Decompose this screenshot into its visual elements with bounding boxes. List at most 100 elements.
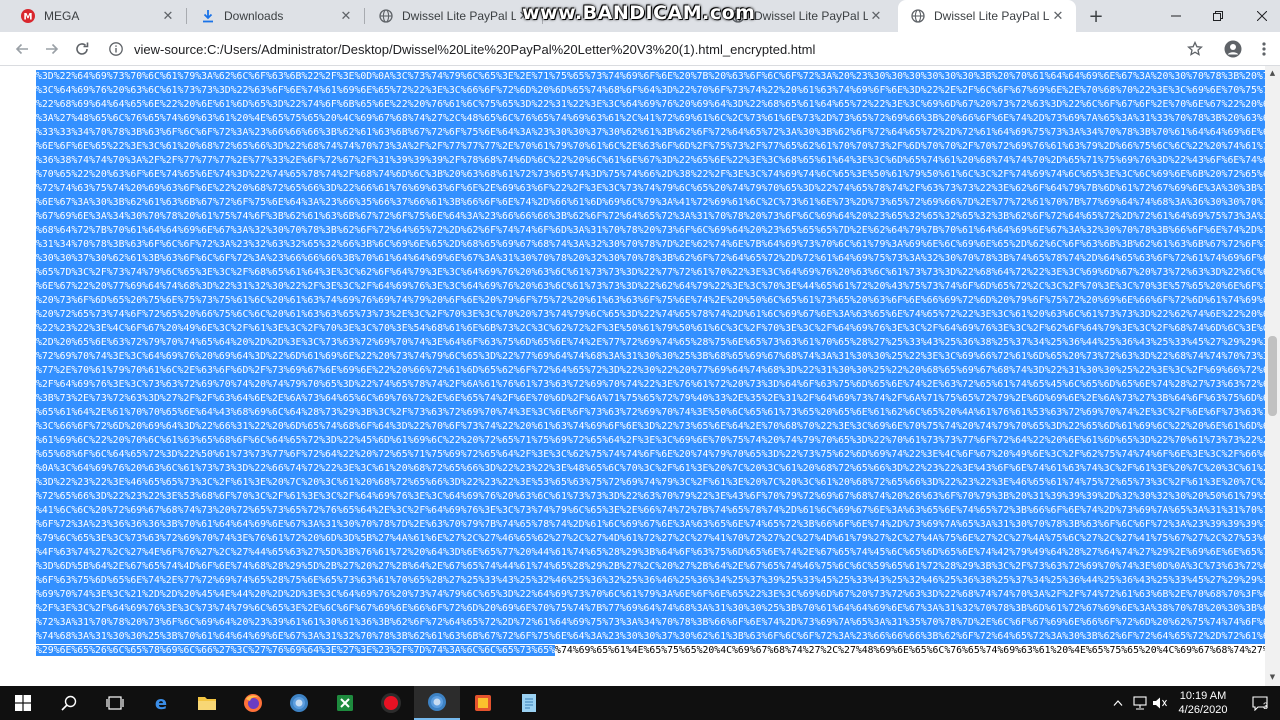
source-line-selected: %30%30%37%30%62%61%3B%63%6F%6C%6F%72%3A%…: [36, 252, 1266, 266]
tray-overflow-icon[interactable]: [1108, 686, 1128, 720]
chrome-icon: [428, 693, 446, 711]
browser-toolbar: view-source:C:/Users/Administrator/Deskt…: [0, 32, 1280, 66]
close-icon[interactable]: ✕: [1050, 8, 1066, 24]
close-icon[interactable]: ✕: [868, 8, 884, 24]
app-icon: [475, 695, 491, 711]
profile-button[interactable]: [1221, 37, 1245, 61]
source-line-selected: %3B%73%2E%73%72%63%3D%27%2F%2F%63%64%6E%…: [36, 392, 1266, 406]
chrome-active-button[interactable]: [414, 686, 460, 720]
source-line-selected: %79%6C%65%3E%3C%73%63%72%69%70%74%3E%76%…: [36, 532, 1266, 546]
source-line-selected: %6E%67%22%20%77%69%64%74%68%3D%22%31%32%…: [36, 280, 1266, 294]
info-icon[interactable]: [104, 42, 128, 56]
source-line-selected: %3C%66%6F%72%6D%20%69%64%3D%22%66%31%22%…: [36, 420, 1266, 434]
close-icon[interactable]: ✕: [338, 8, 354, 24]
source-line-selected: %65%68%6F%6C%64%65%72%3D%22%50%61%73%73%…: [36, 448, 1266, 462]
bandicam-button[interactable]: [368, 686, 414, 720]
source-line-selected: %6E%67%3A%30%3B%62%61%63%6B%67%72%6F%75%…: [36, 196, 1266, 210]
address-bar[interactable]: view-source:C:/Users/Administrator/Deskt…: [104, 35, 1210, 63]
firefox-button[interactable]: [230, 686, 276, 720]
new-tab-button[interactable]: +: [1084, 4, 1108, 28]
source-line-selected: %70%65%22%20%63%6F%6E%74%65%6E%74%3D%22%…: [36, 168, 1266, 182]
minimize-icon: [1171, 15, 1181, 17]
vertical-scrollbar[interactable]: ▲ ▼: [1265, 66, 1280, 686]
taskbar-clock[interactable]: 10:19 AM 4/26/2020: [1168, 689, 1238, 717]
restore-button[interactable]: [1196, 0, 1240, 32]
source-line-selected: %33%33%34%70%78%3B%63%6F%6C%6F%72%3A%23%…: [36, 126, 1266, 140]
search-icon: [61, 695, 77, 711]
tab-title: Dwissel Lite PayPal Lett: [754, 9, 868, 23]
source-line-selected: %2D%20%65%6E%63%72%79%70%74%65%64%20%2D%…: [36, 336, 1266, 350]
clock-date: 4/26/2020: [1178, 704, 1228, 716]
source-line-selected: %3D%6D%5B%64%2E%67%65%74%4D%6F%6E%74%68%…: [36, 560, 1266, 574]
close-icon[interactable]: ✕: [160, 8, 176, 24]
scroll-thumb[interactable]: [1268, 336, 1277, 416]
network-icon[interactable]: [1130, 686, 1150, 720]
tab-downloads[interactable]: Downloads ✕: [188, 0, 364, 32]
close-window-button[interactable]: [1240, 0, 1280, 32]
address-url: view-source:C:/Users/Administrator/Deskt…: [134, 41, 816, 57]
task-view-button[interactable]: [92, 686, 138, 720]
notepad-button[interactable]: [506, 686, 552, 720]
forward-button[interactable]: [40, 37, 64, 61]
source-line-selected: %22%68%69%64%64%65%6E%22%20%6E%61%6D%65%…: [36, 98, 1266, 112]
recording-watermark: www.BANDICAM.com: [522, 2, 756, 24]
notification-count: 3: [1263, 701, 1269, 711]
source-line-selected: %6E%6F%6E%65%22%3E%3C%61%20%68%72%65%66%…: [36, 140, 1266, 154]
star-icon: [1187, 41, 1203, 56]
scroll-down-icon[interactable]: ▼: [1268, 672, 1277, 682]
reload-icon: [76, 42, 89, 55]
search-button[interactable]: [46, 686, 92, 720]
chrome-icon: [290, 694, 308, 712]
scroll-up-icon[interactable]: ▲: [1268, 68, 1277, 78]
menu-button[interactable]: [1252, 37, 1276, 61]
start-button[interactable]: [0, 686, 46, 720]
source-line-selected: %41%6C%6C%20%72%69%67%68%74%73%20%72%65%…: [36, 504, 1266, 518]
source-line-selected: %72%74%63%75%74%20%69%63%6F%6E%22%20%68%…: [36, 182, 1266, 196]
mega-icon: M: [20, 8, 36, 24]
source-line-selected: %22%23%22%3E%4C%6F%67%20%49%6E%3C%2F%61%…: [36, 322, 1266, 336]
notification-button[interactable]: 3: [1244, 686, 1276, 720]
record-icon: [381, 693, 401, 713]
back-arrow-icon: [15, 43, 28, 55]
minimize-button[interactable]: [1154, 0, 1198, 32]
tab-separator: [186, 8, 187, 24]
globe-icon: [378, 8, 394, 24]
source-view[interactable]: %3D%22%64%69%73%70%6C%61%79%3A%62%6C%6F%…: [0, 66, 1280, 686]
file-explorer-button[interactable]: [184, 686, 230, 720]
back-button[interactable]: [10, 37, 34, 61]
source-line-selected: %72%69%70%74%3E%3C%64%69%76%20%69%64%3D%…: [36, 350, 1266, 364]
source-line-selected: %69%70%74%3E%3C%21%2D%2D%20%45%4E%44%20%…: [36, 588, 1266, 602]
source-line-selected: %20%73%6F%6D%65%20%75%6E%75%73%75%61%6C%…: [36, 294, 1266, 308]
reload-button[interactable]: [70, 37, 94, 61]
source-line-selected: %4F%63%74%27%2C%27%4E%6F%76%27%2C%27%44%…: [36, 546, 1266, 560]
app-button[interactable]: [460, 686, 506, 720]
tab-page-1[interactable]: Dwissel Lite PayPal Lett ✕: [366, 0, 542, 32]
chrome-button[interactable]: [276, 686, 322, 720]
forward-arrow-icon: [46, 43, 59, 55]
bookmark-button[interactable]: [1183, 37, 1207, 61]
kebab-menu-icon: [1262, 42, 1266, 56]
source-line-selected: %20%72%65%73%74%6F%72%65%20%66%75%6C%6C%…: [36, 308, 1266, 322]
source-line-selected: %0A%3C%64%69%76%20%63%6C%61%73%73%3D%22%…: [36, 462, 1266, 476]
notepad-icon: [522, 694, 536, 712]
volume-icon[interactable]: [1150, 686, 1170, 720]
source-line-selected: %2F%64%69%76%3E%3C%73%63%72%69%70%74%20%…: [36, 378, 1266, 392]
edge-button[interactable]: e: [138, 686, 184, 720]
source-line-selected: %3A%27%48%65%6C%76%65%74%69%63%61%20%4E%…: [36, 112, 1266, 126]
tab-separator: [364, 8, 365, 24]
source-line-selected: %72%65%66%3D%22%23%22%3E%53%68%6F%70%3C%…: [36, 490, 1266, 504]
edge-icon: e: [155, 693, 167, 713]
windows-icon: [15, 695, 31, 711]
tab-page-3-active[interactable]: Dwissel Lite PayPal Lett ✕: [898, 0, 1076, 32]
source-line-selected: %2F%3E%3C%2F%64%69%76%3E%3C%73%74%79%6C%…: [36, 602, 1266, 616]
svg-text:e: e: [155, 693, 167, 713]
source-line-selected: %3D%22%23%22%3E%46%65%65%73%3C%2F%61%3E%…: [36, 476, 1266, 490]
tab-title: Dwissel Lite PayPal Lett: [402, 9, 516, 23]
task-view-icon: [106, 696, 124, 710]
tab-mega[interactable]: M MEGA ✕: [8, 0, 186, 32]
excel-button[interactable]: [322, 686, 368, 720]
source-line-selected: %61%69%6C%22%20%70%6C%61%63%65%68%6F%6C%…: [36, 434, 1266, 448]
excel-icon: [337, 695, 353, 711]
svg-text:M: M: [24, 13, 33, 23]
globe-icon: [910, 8, 926, 24]
